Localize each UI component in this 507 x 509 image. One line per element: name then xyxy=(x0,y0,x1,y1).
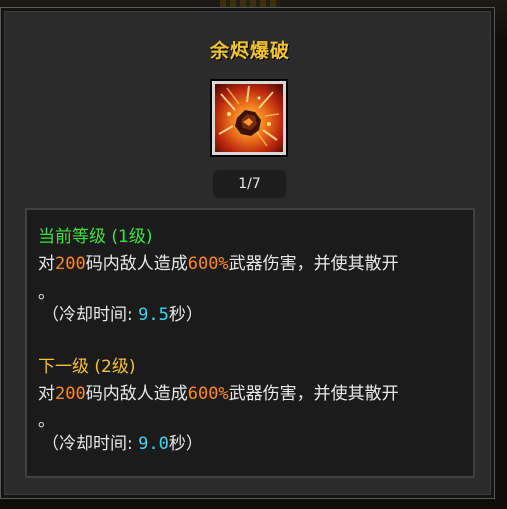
desc-suffix: 武器伤害，并使其散开 xyxy=(228,254,399,274)
current-level-header: 当前等级 (1级) xyxy=(38,227,153,247)
desc-mid: 码内敌人造成 xyxy=(85,384,188,404)
damage-value: 600% xyxy=(187,384,229,404)
cooldown-value: 9.0 xyxy=(138,434,169,454)
desc-end: 。 xyxy=(38,283,55,303)
next-level-header: 下一级 (2级) xyxy=(38,357,136,377)
desc-prefix: 对 xyxy=(38,254,55,274)
next-level-cooldown: （冷却时间: 9.0秒） xyxy=(42,433,203,455)
cooldown-label: （冷却时间: xyxy=(42,305,133,325)
next-level-description: 对200码内敌人造成600%武器伤害，并使其散开 xyxy=(38,383,399,405)
skill-name: 余烬爆破 xyxy=(209,40,290,62)
current-level-description: 对200码内敌人造成600%武器伤害，并使其散开 xyxy=(38,253,399,275)
desc-mid: 码内敌人造成 xyxy=(85,254,188,274)
skill-level-counter: 1/7 xyxy=(213,170,286,198)
range-value: 200 xyxy=(55,254,86,274)
ember-blast-icon[interactable] xyxy=(212,81,286,155)
cooldown-unit: 秒） xyxy=(168,305,203,325)
desc-suffix: 武器伤害，并使其散开 xyxy=(228,384,399,404)
cooldown-value: 9.5 xyxy=(138,305,169,325)
cooldown-label: （冷却时间: xyxy=(42,434,133,454)
damage-value: 600% xyxy=(187,254,229,274)
desc-prefix: 对 xyxy=(38,384,55,404)
current-level-cooldown: （冷却时间: 9.5秒） xyxy=(42,304,203,326)
ember-blast-icon-art xyxy=(215,84,283,152)
range-value: 200 xyxy=(55,384,86,404)
desc-end: 。 xyxy=(38,411,55,431)
cooldown-unit: 秒） xyxy=(168,434,203,454)
